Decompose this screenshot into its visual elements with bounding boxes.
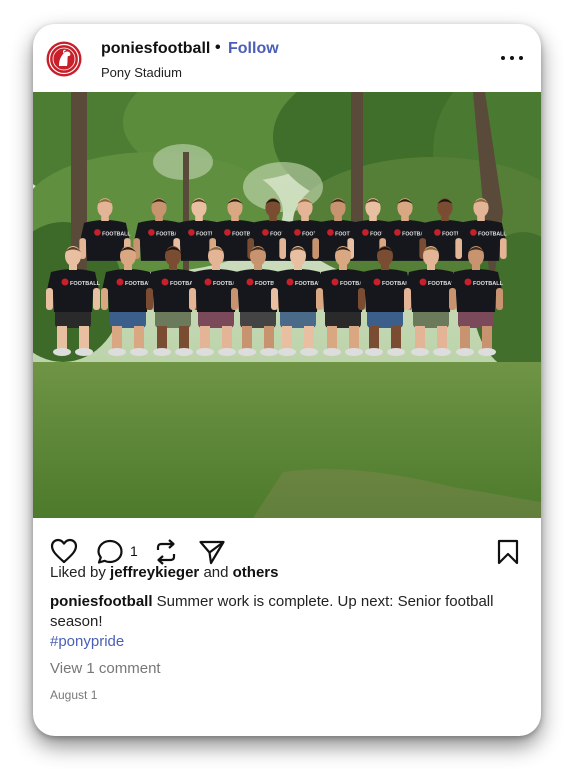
caption: poniesfootball Summer work is complete. … bbox=[50, 592, 500, 632]
svg-text:FOOTBALL: FOOTBALL bbox=[473, 281, 504, 287]
liked-by-prefix: Liked by bbox=[50, 564, 106, 581]
post-header: poniesfootball • Follow Pony Stadium bbox=[33, 24, 541, 92]
liked-by-user-link[interactable]: jeffreykieger bbox=[110, 564, 199, 581]
post-card: poniesfootball • Follow Pony Stadium FOO… bbox=[33, 24, 541, 736]
hashtag-link[interactable]: #ponypride bbox=[50, 633, 124, 650]
liked-by-others-link[interactable]: others bbox=[233, 564, 279, 581]
comment-bubble-icon[interactable] bbox=[96, 538, 126, 566]
send-icon[interactable] bbox=[198, 538, 226, 566]
comment-count: 1 bbox=[130, 543, 138, 559]
follow-button[interactable]: Follow bbox=[228, 40, 279, 58]
more-options-icon[interactable] bbox=[499, 50, 525, 66]
repost-icon[interactable] bbox=[153, 538, 179, 566]
heart-icon[interactable] bbox=[50, 538, 78, 564]
location-label[interactable]: Pony Stadium bbox=[101, 65, 182, 80]
caption-username[interactable]: poniesfootball bbox=[50, 593, 153, 610]
ponies-logo-avatar[interactable] bbox=[46, 41, 82, 77]
liked-by-and: and bbox=[203, 564, 229, 581]
post-photo[interactable]: FOOTBALL FOOTBALL FOOTBALL FOOTBALL FOOTBALL… bbox=[33, 92, 541, 518]
likes-summary: Liked by jeffreykieger and others bbox=[50, 564, 278, 581]
view-comments-link[interactable]: View 1 comment bbox=[50, 660, 161, 677]
svg-text:FOOTBALL: FOOTBALL bbox=[102, 231, 131, 237]
username[interactable]: poniesfootball bbox=[101, 40, 210, 58]
separator-dot: • bbox=[215, 39, 221, 56]
svg-text:FOOTBALL: FOOTBALL bbox=[478, 231, 507, 237]
svg-text:FOOTBALL: FOOTBALL bbox=[70, 281, 101, 287]
post-date: August 1 bbox=[50, 688, 98, 702]
bookmark-icon[interactable] bbox=[496, 538, 520, 566]
